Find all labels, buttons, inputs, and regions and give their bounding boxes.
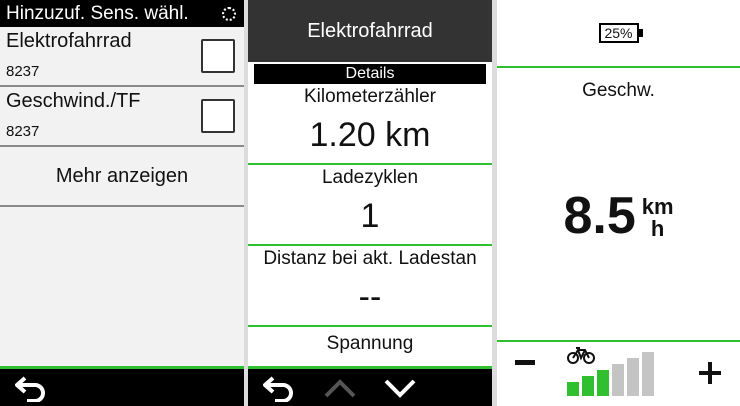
section-header: Details (254, 64, 486, 84)
battery-area: 25% (497, 0, 740, 68)
speed-unit-top: km (641, 194, 674, 219)
sensor-id: 8237 (6, 123, 40, 140)
assist-bar (612, 364, 624, 396)
sensor-item-ebike[interactable]: Elektrofahrrad 8237 (0, 27, 244, 87)
assist-level-bars (567, 352, 654, 396)
spinner-icon (222, 6, 236, 21)
field-label: Ladezyklen (321, 167, 419, 188)
battery-level: 25% (604, 25, 633, 41)
assist-bar (567, 382, 579, 396)
bottom-bar (0, 366, 244, 406)
sensor-select-header: Hinzuzuf. Sens. wähl. (0, 0, 244, 27)
battery-icon: 25% (598, 23, 643, 43)
speed-screen: 25% Geschw. 8.5 km h (497, 0, 740, 406)
details-title: Elektrofahrrad (307, 19, 433, 42)
chevron-down-icon[interactable] (380, 371, 420, 404)
sensor-item-speed-cadence[interactable]: Geschwind./TF 8237 (0, 87, 244, 147)
ebike-details-screen: Elektrofahrrad Details Kilometerzähler 1… (248, 0, 492, 406)
assist-bar (627, 358, 639, 396)
section-title: Details (345, 65, 395, 82)
sensor-checkbox-ebike[interactable] (201, 39, 235, 73)
field-label: Kilometerzähler (304, 86, 436, 107)
speed-readout: 8.5 km h (497, 186, 740, 246)
field-value: -- (358, 278, 382, 316)
field-value: 1.20 km (309, 116, 431, 154)
field-label: Distanz bei akt. Ladestan (263, 248, 477, 269)
speed-unit-bottom: h (650, 216, 665, 241)
back-arrow-icon[interactable] (260, 371, 300, 404)
sensor-select-title: Hinzuzuf. Sens. wähl. (6, 2, 189, 24)
details-header: Elektrofahrrad (248, 0, 492, 62)
show-more-button[interactable]: Mehr anzeigen (0, 147, 244, 207)
assist-bar (597, 370, 609, 396)
field-voltage-label: Spannung (326, 333, 414, 354)
sensor-select-screen: Hinzuzuf. Sens. wähl. Elektrofahrrad 823… (0, 0, 244, 406)
speed-unit: km h (642, 196, 674, 240)
speed-value: 8.5 (563, 187, 636, 245)
field-odometer: Kilometerzähler 1.20 km (248, 84, 492, 165)
sensor-name: Geschwind./TF (6, 90, 141, 112)
sensor-checkbox-speed-cadence[interactable] (201, 99, 235, 133)
show-more-label: Mehr anzeigen (55, 164, 189, 187)
field-charge-cycles: Ladezyklen 1 (248, 165, 492, 246)
speed-label: Geschw. (582, 80, 655, 101)
assist-bar (582, 376, 594, 396)
assist-bar (642, 352, 654, 396)
sensor-id: 8237 (6, 63, 40, 80)
chevron-up-icon[interactable] (320, 371, 360, 404)
assist-control (497, 340, 740, 406)
field-range: Distanz bei akt. Ladestan -- (248, 246, 492, 327)
plus-icon[interactable] (699, 362, 721, 384)
back-arrow-icon[interactable] (12, 371, 52, 404)
bottom-bar (248, 366, 492, 406)
field-value: 1 (360, 197, 380, 235)
minus-icon[interactable] (515, 360, 535, 365)
sensor-name: Elektrofahrrad (6, 30, 132, 52)
